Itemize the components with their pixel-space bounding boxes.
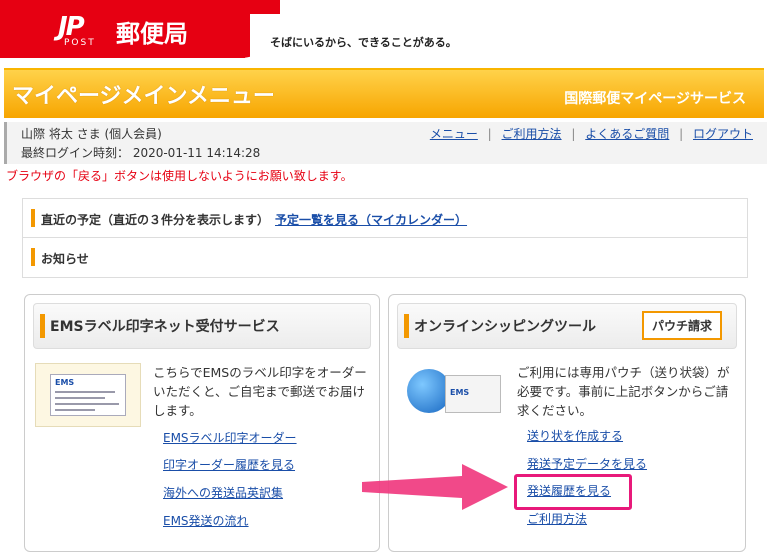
tagline: そばにいるから、できることがある。	[270, 36, 457, 49]
schedule-list-link[interactable]: 予定一覧を見る（マイカレンダー）	[275, 213, 467, 227]
service-name: 国際郵便マイページサービス	[564, 91, 746, 107]
usage-guide-link[interactable]: ご利用方法	[502, 127, 562, 141]
pointer-arrow	[362, 464, 508, 510]
shipping-card-description: ご利用には専用パウチ（送り状袋）が必要です。事前に上記ボタンからご請求ください。	[517, 365, 730, 418]
logo-name[interactable]: 郵便局	[116, 14, 188, 49]
ems-card-description: こちらでEMSのラベル印字をオーダーいただくと、ご自宅まで郵送でお届けします。	[153, 365, 367, 418]
user-name: 山際 将太 さま (個人会員)	[21, 127, 162, 141]
user-info-bar: 山際 将太 さま (個人会員) 最終ログイン時刻： 2020-01-11 14:…	[4, 122, 767, 164]
ems-card-title: EMSラベル印字ネット受付サービス	[50, 319, 280, 335]
logout-link[interactable]: ログアウト	[693, 127, 753, 141]
back-button-warning: ブラウザの「戻る」ボタンは使用しないようにお願い致します。	[6, 169, 353, 183]
last-login: 最終ログイン時刻： 2020-01-11 14:14:28	[21, 146, 261, 160]
ems-label-image: EMS	[35, 363, 141, 427]
highlight-box	[514, 474, 632, 510]
shipping-card-title: オンラインシッピングツール	[414, 319, 596, 335]
menu-link[interactable]: メニュー	[430, 127, 478, 141]
faq-link[interactable]: よくあるご質問	[585, 127, 669, 141]
page-title: マイページメインメニュー	[12, 84, 275, 109]
pouch-request-button[interactable]: パウチ請求	[641, 311, 722, 340]
news-label: お知らせ	[41, 252, 89, 266]
ems-label-order-link[interactable]: EMSラベル印字オーダー	[163, 429, 297, 446]
create-waybill-link[interactable]: 送り状を作成する	[527, 427, 623, 444]
planned-shipment-data-link[interactable]: 発送予定データを見る	[527, 455, 647, 472]
schedule-row: 直近の予定（直近の３件分を表示します） 予定一覧を見る（マイカレンダー）	[23, 199, 747, 238]
page-banner: マイページメインメニュー 国際郵便マイページサービス	[4, 68, 764, 118]
user-nav-links: メニュー | ご利用方法 | よくあるご質問 | ログアウト	[429, 127, 753, 141]
logo-post-text: POST	[64, 38, 96, 48]
shipping-card-header: オンラインシッピングツール パウチ請求	[397, 303, 737, 349]
ems-flow-link[interactable]: EMS発送の流れ	[163, 512, 249, 529]
ems-card-header: EMSラベル印字ネット受付サービス	[33, 303, 371, 349]
site-header: JP POST 郵便局 そばにいるから、できることがある。	[0, 0, 772, 58]
print-order-history-link[interactable]: 印字オーダー履歴を見る	[163, 456, 295, 473]
schedule-label: 直近の予定（直近の３件分を表示します）	[41, 213, 270, 227]
notice-panel: 直近の予定（直近の３件分を表示します） 予定一覧を見る（マイカレンダー） お知らせ	[22, 198, 748, 278]
item-translation-link[interactable]: 海外への発送品英訳集	[163, 484, 283, 501]
ems-label-card: EMSラベル印字ネット受付サービス EMS こちらでEMSのラベル印字をオーダー…	[24, 294, 380, 552]
shipping-usage-guide-link[interactable]: ご利用方法	[527, 510, 587, 527]
package-icon: EMS	[445, 375, 501, 413]
news-row: お知らせ	[23, 238, 747, 276]
shipping-tool-image: EMS	[399, 363, 505, 423]
